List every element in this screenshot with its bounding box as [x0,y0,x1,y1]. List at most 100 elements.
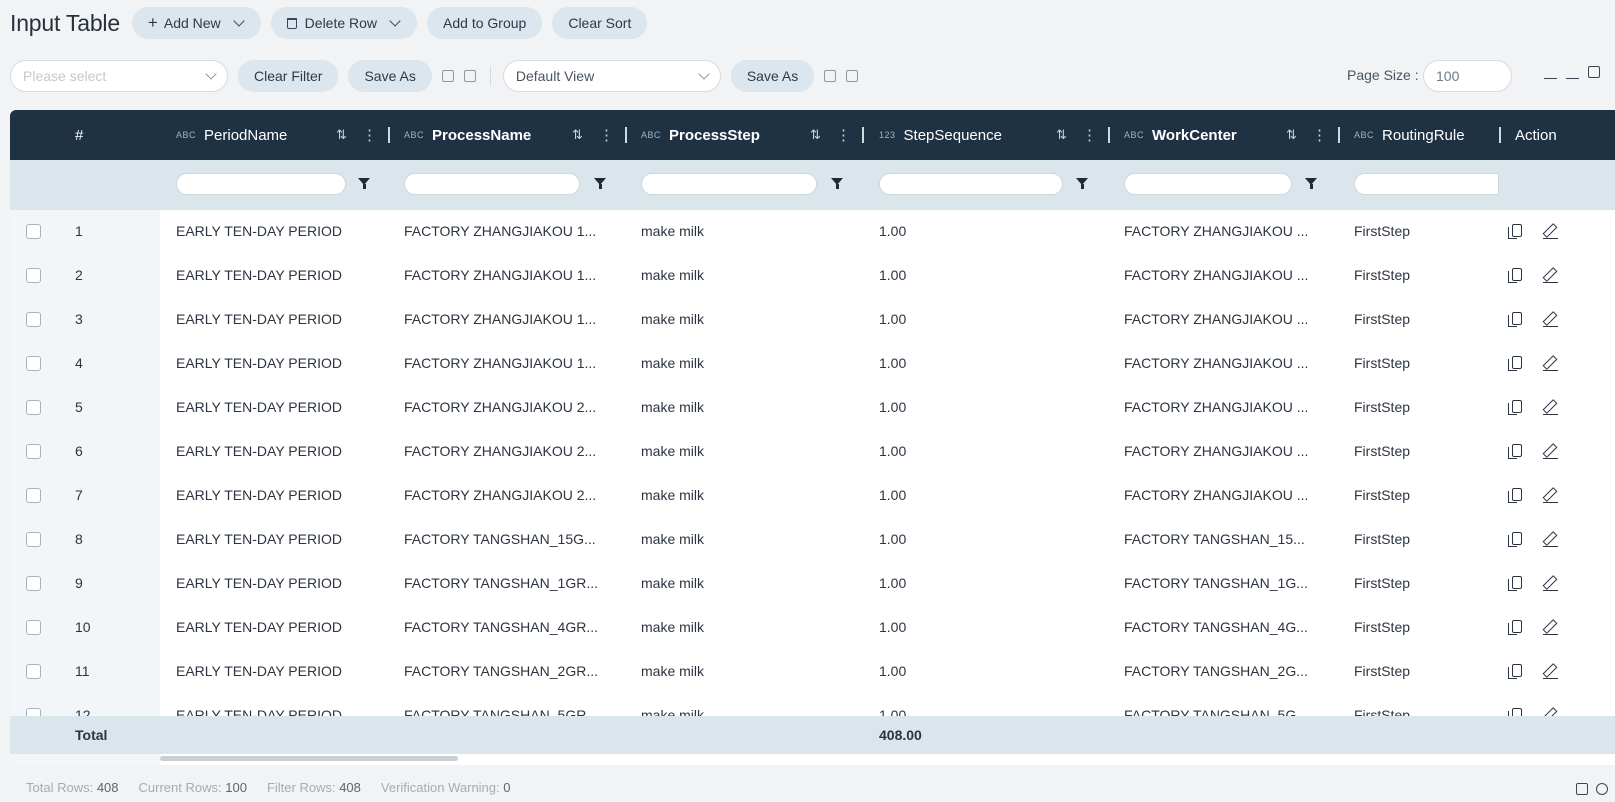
table-row[interactable]: 2 EARLY TEN-DAY PERIOD FACTORY ZHANGJIAKOU… [10,254,1615,298]
row-checkbox[interactable] [26,224,41,239]
copy-icon[interactable] [1508,532,1522,547]
copy-icon[interactable] [1508,488,1522,503]
save-icon[interactable] [441,70,454,82]
edit-icon[interactable] [1543,356,1558,371]
column-resize-handle[interactable] [1108,110,1110,160]
save-as-view-button[interactable]: Save As [730,60,815,92]
row-checkbox[interactable] [26,356,41,371]
upload-icon[interactable] [1544,66,1557,79]
edit-icon[interactable] [1543,268,1558,283]
sort-icon[interactable]: ⇅ [572,110,583,160]
hide-icon[interactable] [1596,783,1608,795]
edit-icon[interactable] [1543,532,1558,547]
checkbox-icon[interactable] [1588,66,1600,78]
row-checkbox[interactable] [26,576,41,591]
cell-index: 9 [75,575,83,591]
row-checkbox[interactable] [26,664,41,679]
download-icon[interactable] [1566,66,1579,79]
sort-icon[interactable]: ⇅ [336,110,347,160]
filter-icon[interactable] [831,178,843,189]
delete-row-button[interactable]: Delete Row [270,7,418,39]
filter-input-workcenter[interactable] [1124,173,1292,195]
table-row[interactable]: 11 EARLY TEN-DAY PERIOD FACTORY TANGSHAN_2… [10,650,1615,694]
copy-icon[interactable] [1508,576,1522,591]
add-to-group-button[interactable]: Add to Group [427,7,543,39]
header-processname[interactable]: ABC ProcessName [404,110,531,160]
sort-icon[interactable]: ⇅ [1056,110,1067,160]
filter-icon[interactable] [358,178,370,189]
clear-filter-button[interactable]: Clear Filter [238,60,339,92]
edit-icon[interactable] [1543,664,1558,679]
edit-icon[interactable] [1543,312,1558,327]
filter-icon[interactable] [594,178,606,189]
header-routingrule[interactable]: ABC RoutingRule [1354,110,1465,160]
filter-input-processname[interactable] [404,173,580,195]
copy-icon[interactable] [1508,444,1522,459]
sort-icon[interactable]: ⇅ [1286,110,1297,160]
table-row[interactable]: 9 EARLY TEN-DAY PERIOD FACTORY TANGSHAN_1G… [10,562,1615,606]
sort-icon[interactable]: ⇅ [810,110,821,160]
column-resize-handle[interactable] [1499,110,1501,160]
save-as-filter-button[interactable]: Save As [348,60,432,92]
cell-index: 4 [75,355,83,371]
report-icon[interactable] [1576,783,1588,795]
edit-icon[interactable] [1543,444,1558,459]
table-row[interactable]: 1 EARLY TEN-DAY PERIOD FACTORY ZHANGJIAKOU… [10,210,1615,254]
add-new-button[interactable]: + Add New [131,7,261,39]
trash-icon[interactable] [846,70,859,82]
header-processstep[interactable]: ABC ProcessStep [641,110,760,160]
filter-icon[interactable] [1076,178,1088,189]
row-checkbox[interactable] [26,400,41,415]
copy-icon[interactable] [1508,268,1522,283]
copy-icon[interactable] [1508,356,1522,371]
edit-icon[interactable] [1543,400,1558,415]
table-row[interactable]: 6 EARLY TEN-DAY PERIOD FACTORY ZHANGJIAKOU… [10,430,1615,474]
table-row[interactable]: 4 EARLY TEN-DAY PERIOD FACTORY ZHANGJIAKOU… [10,342,1615,386]
edit-icon[interactable] [1543,488,1558,503]
filter-input-processstep[interactable] [641,173,817,195]
row-checkbox[interactable] [26,532,41,547]
copy-icon[interactable] [1508,312,1522,327]
trash-icon[interactable] [463,70,476,82]
column-resize-handle[interactable] [625,110,627,160]
table-row[interactable]: 10 EARLY TEN-DAY PERIOD FACTORY TANGSHAN_4… [10,606,1615,650]
row-checkbox[interactable] [26,488,41,503]
filter-select[interactable]: Please select [10,60,228,92]
copy-icon[interactable] [1508,400,1522,415]
horizontal-scrollbar[interactable] [160,756,458,761]
clear-sort-button[interactable]: Clear Sort [552,7,648,39]
header-workcenter[interactable]: ABC WorkCenter [1124,110,1237,160]
more-icon[interactable]: ⋮ [599,110,614,160]
save-icon[interactable] [824,70,837,82]
filter-input-routingrule[interactable] [1354,173,1499,195]
table-row[interactable]: 5 EARLY TEN-DAY PERIOD FACTORY ZHANGJIAKOU… [10,386,1615,430]
more-icon[interactable]: ⋮ [1312,110,1327,160]
column-resize-handle[interactable] [388,110,390,160]
filter-input-stepsequence[interactable] [879,173,1063,195]
edit-icon[interactable] [1543,576,1558,591]
more-icon[interactable]: ⋮ [1082,110,1097,160]
filter-input-periodname[interactable] [176,173,346,195]
row-checkbox[interactable] [26,312,41,327]
header-stepsequence[interactable]: 123 StepSequence [879,110,1002,160]
page-size-input[interactable]: 100 [1423,60,1512,92]
table-row[interactable]: 3 EARLY TEN-DAY PERIOD FACTORY ZHANGJIAKOU… [10,298,1615,342]
view-select[interactable]: Default View [502,60,721,92]
more-icon[interactable]: ⋮ [836,110,851,160]
column-resize-handle[interactable] [1338,110,1340,160]
copy-icon[interactable] [1508,664,1522,679]
table-row[interactable]: 7 EARLY TEN-DAY PERIOD FACTORY ZHANGJIAKOU… [10,474,1615,518]
row-checkbox[interactable] [26,268,41,283]
filter-icon[interactable] [1305,178,1317,189]
table-row[interactable]: 8 EARLY TEN-DAY PERIOD FACTORY TANGSHAN_15… [10,518,1615,562]
edit-icon[interactable] [1543,620,1558,635]
row-checkbox[interactable] [26,620,41,635]
edit-icon[interactable] [1543,224,1558,239]
chevron-down-icon [698,68,710,80]
row-checkbox[interactable] [26,444,41,459]
header-periodname[interactable]: ABC PeriodName [176,110,287,160]
copy-icon[interactable] [1508,224,1522,239]
column-resize-handle[interactable] [862,110,864,160]
more-icon[interactable]: ⋮ [362,110,377,160]
copy-icon[interactable] [1508,620,1522,635]
